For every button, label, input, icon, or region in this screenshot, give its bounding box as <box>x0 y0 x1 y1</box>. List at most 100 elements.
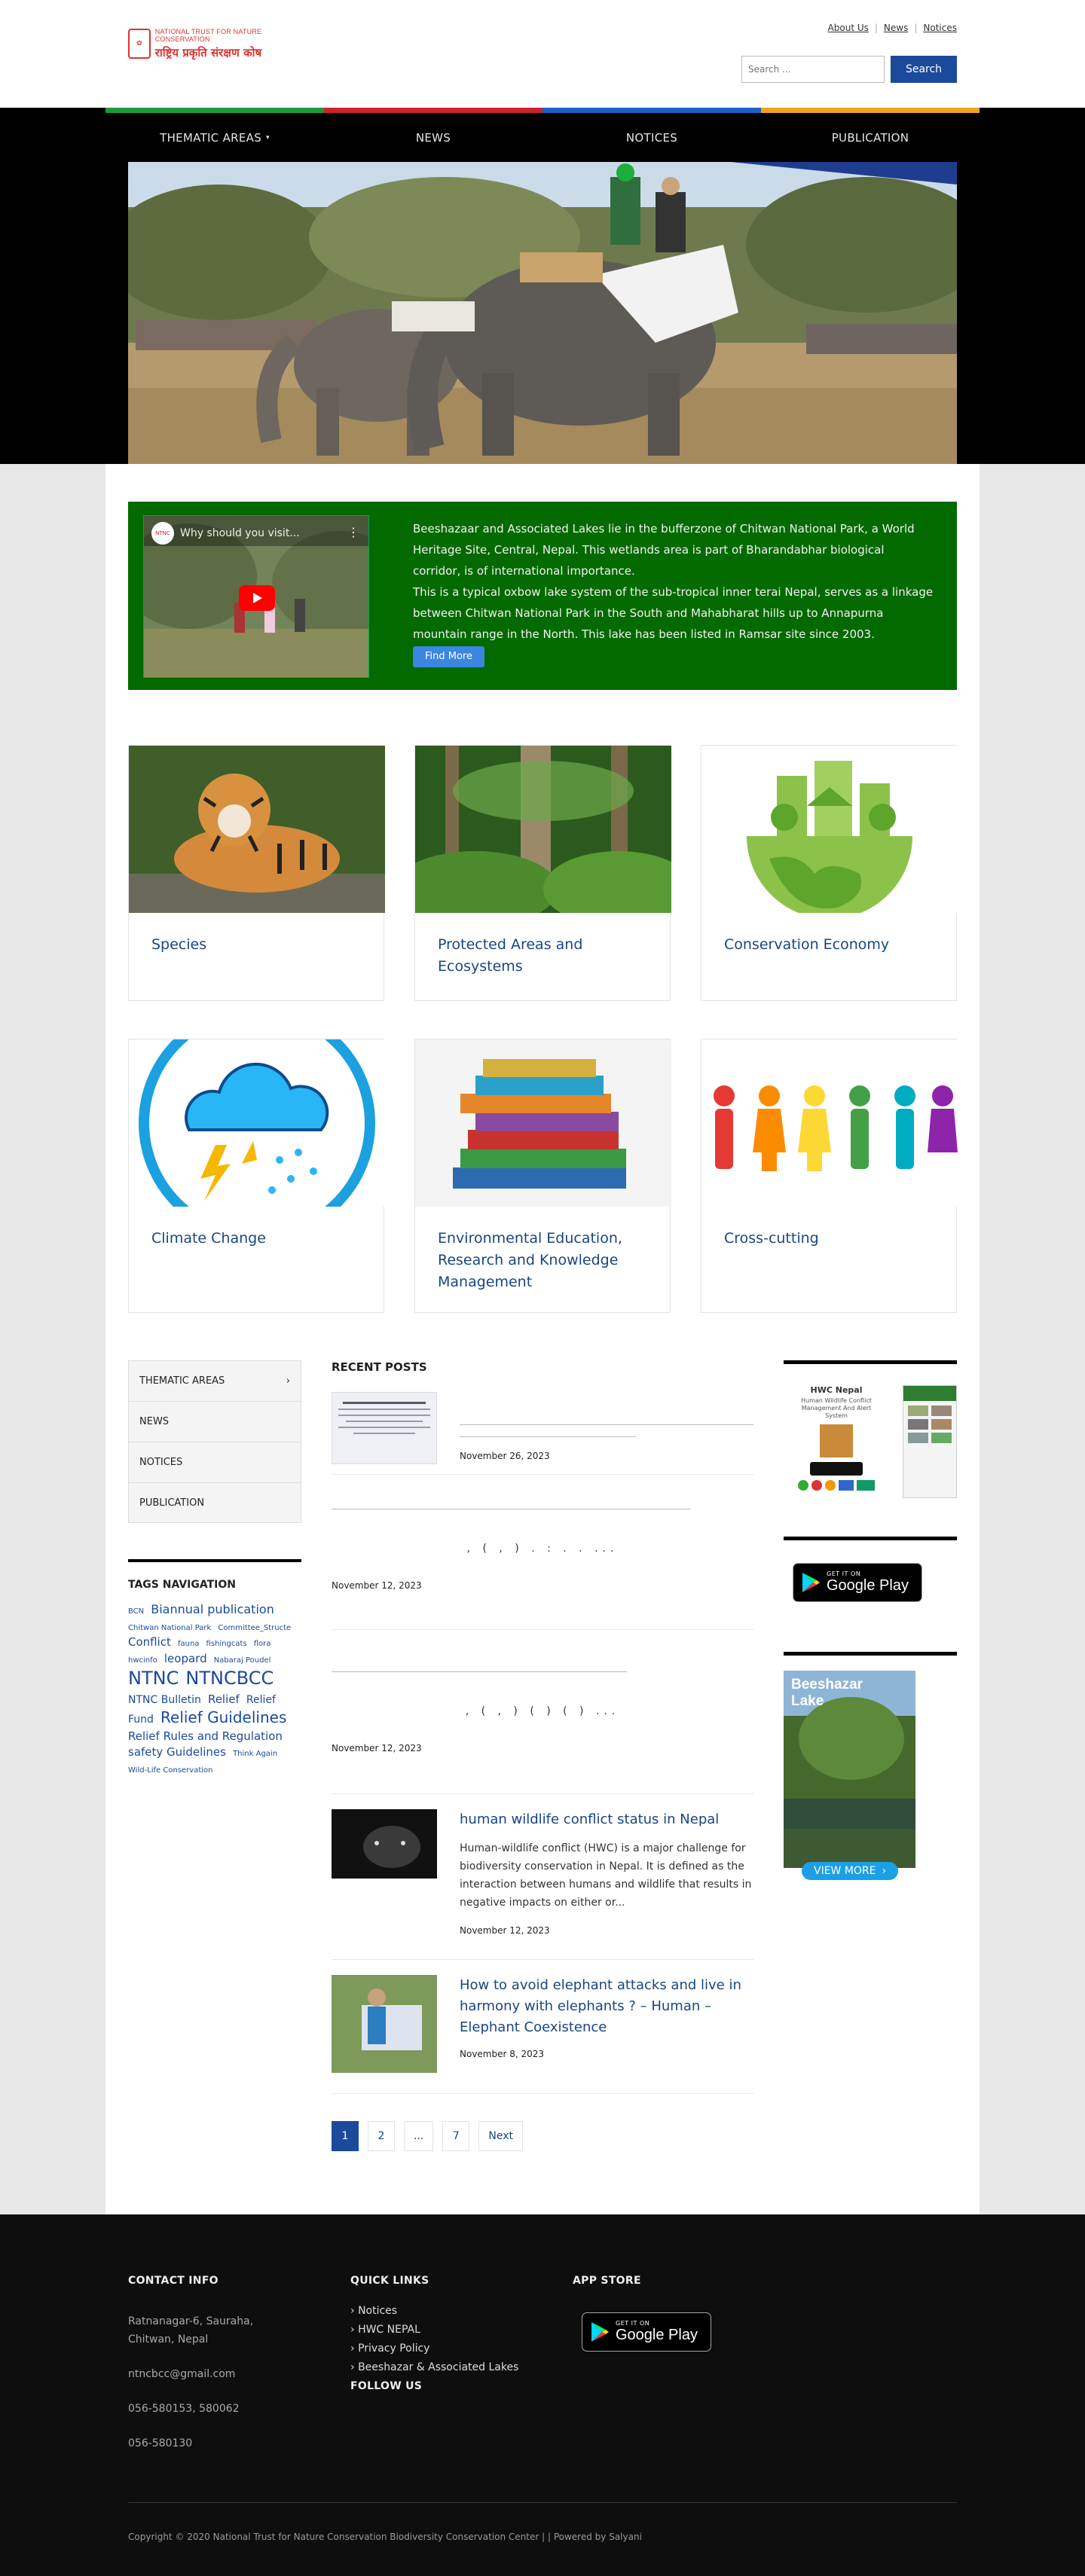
tag-link[interactable]: Relief <box>208 1692 240 1706</box>
tag-link[interactable]: fauna <box>178 1640 199 1648</box>
post-title[interactable] <box>460 1406 753 1425</box>
footer-link-notices[interactable]: › Notices <box>350 2305 546 2317</box>
pagination: 1 2 ... 7 Next <box>332 2121 523 2151</box>
more-options-icon[interactable]: ⋮ <box>347 525 359 539</box>
tag-link[interactable]: Wild-Life Conservation <box>128 1766 213 1775</box>
page-2[interactable]: 2 <box>368 2121 395 2151</box>
chevron-right-icon: › <box>350 2324 359 2336</box>
youtube-video[interactable]: NTNC Why should you visit... ⋮ <box>143 515 369 678</box>
nav-notices[interactable]: NOTICES <box>542 108 761 162</box>
post-excerpt: , ( , ) ( ) ( ) ... <box>465 1705 620 1717</box>
tag-link[interactable]: hwcinfo <box>128 1656 157 1665</box>
top-links: About Us | News | Notices <box>827 23 957 33</box>
thematic-cards-row-1: Species Protected Areas and Ecosystems C… <box>128 745 958 1001</box>
beeshazar-lake-widget[interactable]: Beeshazar Lake VIEW MORE › <box>784 1652 957 1900</box>
tag-link[interactable]: Biannual publication <box>151 1602 274 1616</box>
tag-link[interactable]: NTNC Bulletin <box>128 1694 201 1706</box>
chevron-right-icon: › <box>350 2305 359 2317</box>
toplink-notices[interactable]: Notices <box>923 23 957 33</box>
toplink-news[interactable]: News <box>884 23 908 33</box>
card-title: Species <box>151 936 207 953</box>
tiger-thumb-icon <box>820 1424 853 1457</box>
card-species[interactable]: Species <box>128 745 385 1001</box>
card-climate-change[interactable]: Climate Change <box>128 1039 385 1313</box>
sidebar-item-news[interactable]: NEWS <box>128 1401 301 1442</box>
post-title[interactable]: How to avoid elephant attacks and live i… <box>460 1975 753 2038</box>
tag-link[interactable]: Relief Rules and Regulation <box>128 1729 283 1743</box>
sidebar-item-notices[interactable]: NOTICES <box>128 1442 301 1482</box>
footer-google-play-button[interactable]: GET IT ON Google Play <box>582 2312 711 2352</box>
page-next[interactable]: Next <box>478 2121 523 2151</box>
nav-thematic-areas[interactable]: THEMATIC AREAS ▾ <box>105 108 324 162</box>
post-title-line2 <box>460 1425 636 1437</box>
tag-link[interactable]: Conflict <box>128 1635 171 1649</box>
follow-us-title: FOLLOW US <box>350 2380 423 2392</box>
chevron-right-icon: › <box>350 2343 359 2355</box>
post-thumbnail-elephant-night[interactable] <box>332 1809 437 1879</box>
contact-email[interactable]: ntncbcc@gmail.com <box>128 2365 301 2383</box>
post-date: November 12, 2023 <box>332 1743 422 1753</box>
recent-posts-heading: RECENT POSTS <box>332 1360 427 1374</box>
google-play-icon <box>802 1573 820 1592</box>
contact-phone-2: 056-580130 <box>128 2437 193 2449</box>
tag-link[interactable]: Chitwan National Park <box>128 1624 211 1632</box>
storm-cloud-image <box>129 1039 385 1207</box>
page-7[interactable]: 7 <box>442 2121 470 2151</box>
post-item: How to avoid elephant attacks and live i… <box>332 1960 753 2094</box>
post-thumbnail[interactable] <box>332 1392 437 1464</box>
post-excerpt: Human-wildlife conflict (HWC) is a major… <box>460 1842 752 1909</box>
sidebar-item-publication[interactable]: PUBLICATION <box>128 1482 301 1523</box>
play-icon[interactable] <box>239 585 275 611</box>
tag-link[interactable]: Committee_Structe <box>218 1624 291 1632</box>
post-item: , ( , ) . : . . ... November 12, 2023 <box>332 1475 753 1630</box>
nav-publication[interactable]: PUBLICATION <box>761 108 980 162</box>
hero-image-elephant-race <box>128 162 957 464</box>
post-title[interactable] <box>332 1497 690 1509</box>
tag-link[interactable]: fishingcats <box>206 1640 247 1648</box>
partner-logos <box>784 1480 889 1491</box>
recent-posts: RECENT POSTS November 26, 2023 , ( , ) .… <box>332 1360 753 2094</box>
tag-link[interactable]: NTNC <box>128 1668 179 1689</box>
footer-link-beeshazar[interactable]: › Beeshazar & Associated Lakes <box>350 2361 546 2373</box>
post-title[interactable]: human wildlife conflict status in Nepal <box>460 1809 753 1830</box>
toplink-about-us[interactable]: About Us <box>828 23 869 33</box>
google-play-button[interactable]: GET IT ON Google Play <box>793 1563 922 1602</box>
search-button[interactable]: Search <box>891 56 957 83</box>
tag-link[interactable]: BCN <box>128 1607 144 1616</box>
hwc-app-widget[interactable]: HWC Nepal Human Wildlife Conflict Manage… <box>784 1360 957 1503</box>
footer-link-hwc-nepal[interactable]: › HWC NEPAL <box>350 2324 546 2336</box>
tag-link[interactable]: leopard <box>164 1652 207 1665</box>
logo-english: NATIONAL TRUST FOR NATURE CONSERVATION <box>154 27 262 43</box>
page-ellipsis: ... <box>404 2121 434 2151</box>
lake-title: Beeshazar Lake <box>791 1677 863 1709</box>
books-stack-image <box>415 1039 671 1207</box>
tag-link[interactable]: Think Again <box>233 1750 277 1758</box>
card-title: Climate Change <box>151 1230 266 1247</box>
card-protected-areas[interactable]: Protected Areas and Ecosystems <box>414 745 671 1001</box>
chevron-right-icon: › <box>350 2361 359 2373</box>
view-more-button[interactable]: VIEW MORE › <box>802 1862 899 1880</box>
channel-avatar: NTNC <box>151 522 174 545</box>
footer-quick-links: QUICK LINKS › Notices › HWC NEPAL › Priv… <box>350 2275 546 2418</box>
find-more-button[interactable]: Find More <box>413 646 484 667</box>
ntnc-seal-icon: ✿ <box>128 29 151 59</box>
post-thumbnail-elephant-poster[interactable] <box>332 1975 437 2073</box>
tag-link[interactable]: NTNCBCC <box>185 1668 274 1689</box>
footer-link-privacy[interactable]: › Privacy Policy <box>350 2343 546 2355</box>
site-logo[interactable]: ✿ NATIONAL TRUST FOR NATURE CONSERVATION… <box>128 26 286 62</box>
page-1[interactable]: 1 <box>332 2121 359 2151</box>
page: ✿ NATIONAL TRUST FOR NATURE CONSERVATION… <box>0 0 1085 2576</box>
sidebar-item-thematic-areas[interactable]: THEMATIC AREAS › <box>128 1360 301 1401</box>
contact-title: CONTACT INFO <box>128 2275 219 2287</box>
intro-paragraph-1: Beeshazaar and Associated Lakes lie in t… <box>413 522 915 578</box>
card-cross-cutting[interactable]: Cross-cutting <box>701 1039 958 1313</box>
card-conservation-economy[interactable]: Conservation Economy <box>701 745 958 1001</box>
tag-link[interactable]: flora <box>254 1640 271 1648</box>
tag-link[interactable]: Nabaraj Poudel <box>214 1656 271 1665</box>
nav-news[interactable]: NEWS <box>324 108 542 162</box>
post-title[interactable] <box>332 1660 627 1672</box>
search-input[interactable] <box>741 56 885 83</box>
tag-link[interactable]: Relief Guidelines <box>160 1708 286 1726</box>
card-environmental-education[interactable]: Environmental Education, Research and Kn… <box>414 1039 671 1313</box>
tag-link[interactable]: safety Guidelines <box>128 1745 226 1759</box>
